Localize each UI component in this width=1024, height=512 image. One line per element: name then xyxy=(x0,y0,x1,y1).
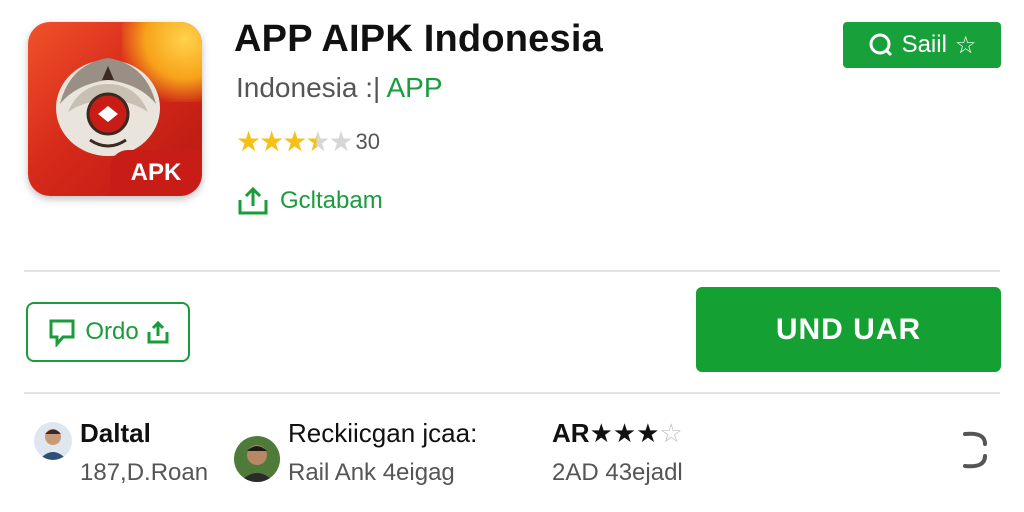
star-half-icon: ★ xyxy=(305,126,330,157)
app-icon: APK xyxy=(28,22,202,196)
age-rating-info[interactable]: AR★★★☆ 2AD 43ejadl xyxy=(552,418,683,487)
developer-sub: 187,D.Roan xyxy=(80,459,209,486)
divider xyxy=(24,270,1000,272)
star-empty-icon: ★ xyxy=(328,126,353,157)
save-button-label: Saiil xyxy=(901,31,947,58)
star-icon: ☆ xyxy=(954,31,977,59)
developer-info[interactable]: Daltal 187,D.Roan xyxy=(34,418,208,487)
age-rating-sub: 2AD 43ejadl xyxy=(552,459,683,486)
review-info[interactable]: Reckiicgan jcaa: Rail Ank 4eigag xyxy=(234,418,477,487)
developer-name: Daltal xyxy=(80,418,151,448)
subtitle-prefix: Indonesia :| xyxy=(236,72,381,103)
app-subtitle[interactable]: Indonesia :| APP xyxy=(236,72,443,104)
star-empty-icon: ☆ xyxy=(659,418,683,448)
upload-icon xyxy=(147,320,169,344)
save-button[interactable]: Saiil ☆ xyxy=(843,22,1001,68)
install-button[interactable]: UND UAR xyxy=(696,287,1001,372)
age-rating-heading: AR★★★☆ xyxy=(552,418,683,449)
developer-avatar xyxy=(34,422,72,460)
reviewer-avatar xyxy=(234,436,280,482)
secondary-action-button[interactable]: Ordo xyxy=(26,302,190,362)
garuda-emblem-icon xyxy=(56,58,160,156)
secondary-action-label: Ordo xyxy=(85,318,139,345)
chat-icon xyxy=(49,319,75,347)
apk-tag: APK xyxy=(110,150,202,196)
subtitle-accent[interactable]: APP xyxy=(387,72,443,103)
review-sub: Rail Ank 4eigag xyxy=(288,459,455,486)
refresh-icon[interactable] xyxy=(955,428,991,472)
app-title: APP AIPK Indonesia xyxy=(234,18,603,60)
rating-row: ★★★★★ 30 xyxy=(236,125,380,158)
share-icon xyxy=(238,186,268,215)
rating-stars: ★★★★★ xyxy=(236,125,354,158)
star-icon: ★ xyxy=(282,126,307,157)
age-rating-prefix: AR xyxy=(552,418,590,448)
review-heading: Reckiicgan jcaa: xyxy=(288,418,478,448)
star-icon: ★ xyxy=(636,418,660,448)
share-link[interactable]: Gcltabam xyxy=(236,186,383,216)
star-icon: ★ xyxy=(236,126,261,157)
star-icon: ★ xyxy=(589,418,613,448)
star-icon: ★ xyxy=(612,418,637,448)
search-icon xyxy=(869,33,892,57)
rating-count: 30 xyxy=(355,128,381,154)
divider xyxy=(24,392,1000,394)
star-icon: ★ xyxy=(259,126,284,157)
share-label: Gcltabam xyxy=(280,187,383,214)
